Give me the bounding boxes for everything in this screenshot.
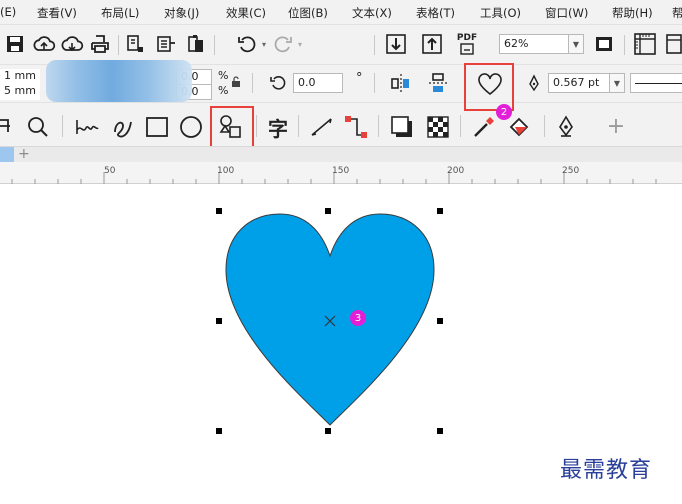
selection-handle-right[interactable]: [437, 318, 443, 324]
watermark-text: 最需教育: [560, 458, 653, 483]
selection-handle-top-left[interactable]: [216, 208, 222, 214]
selection-handle-left[interactable]: [216, 318, 222, 324]
selection-handle-bottom-left[interactable]: [216, 428, 222, 434]
selection-handle-top[interactable]: [325, 208, 331, 214]
heart-shape-layer: [225, 213, 435, 426]
heart-shape[interactable]: [225, 213, 435, 426]
selection-handle-top-right[interactable]: [437, 208, 443, 214]
step-badge-3: 3: [350, 310, 366, 326]
selection-handle-bottom-right[interactable]: [437, 428, 443, 434]
selection-handle-bottom[interactable]: [325, 428, 331, 434]
